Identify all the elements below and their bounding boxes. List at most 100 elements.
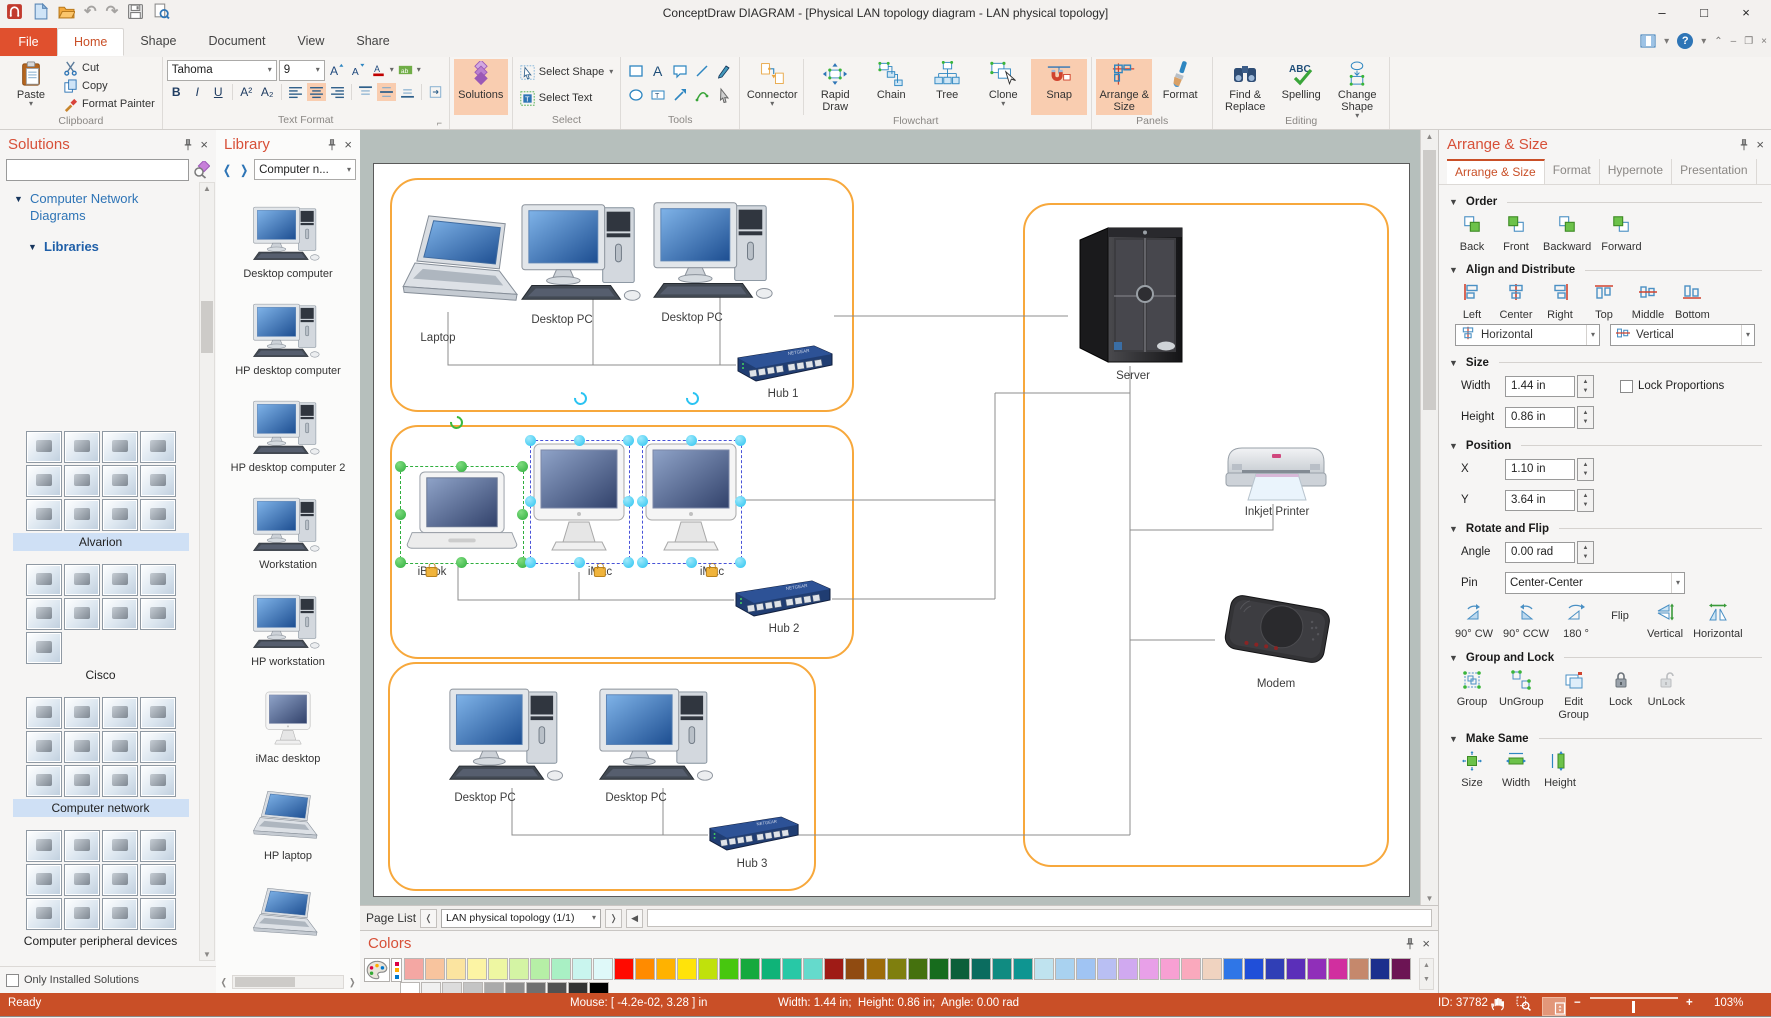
library-thumbnail[interactable] — [26, 697, 62, 729]
selection-handle[interactable] — [735, 435, 746, 446]
selection-handle[interactable] — [637, 496, 648, 507]
color-swatch[interactable] — [887, 958, 907, 980]
library-thumbnail[interactable] — [64, 765, 100, 797]
library-select[interactable]: Computer n... ▾ — [254, 159, 356, 180]
pin-icon[interactable] — [1404, 937, 1416, 950]
library-thumbnail[interactable] — [26, 765, 62, 797]
help-icon[interactable]: ? — [1677, 33, 1693, 49]
selection-handle[interactable] — [637, 557, 648, 568]
x-stepper[interactable]: ▲▼ — [1577, 458, 1594, 481]
color-swatch[interactable] — [740, 958, 760, 980]
y-stepper[interactable]: ▲▼ — [1577, 489, 1594, 512]
expand-icon[interactable]: ▼ — [28, 242, 37, 254]
selection-handle[interactable] — [637, 435, 648, 446]
flip-horizontal-button[interactable]: Horizontal — [1693, 602, 1743, 641]
library-item[interactable] — [216, 881, 360, 965]
collapse-ribbon-icon[interactable]: ⌃ — [1714, 36, 1722, 47]
selection-handle[interactable] — [395, 557, 406, 568]
chain-button[interactable]: Chain — [863, 59, 919, 115]
zoom-in-icon[interactable]: + — [1686, 997, 1693, 1009]
library-thumbnail[interactable] — [64, 499, 100, 531]
change-shape-button[interactable]: Change Shape▾ — [1329, 59, 1385, 115]
height-input[interactable]: 0.86 in — [1505, 407, 1575, 428]
distribute-horizontal-select[interactable]: Horizontal▾ — [1455, 324, 1600, 346]
doc-minimize-icon[interactable]: – — [1731, 36, 1737, 47]
color-swatch[interactable] — [1244, 958, 1264, 980]
zoom-out-icon[interactable]: − — [1574, 997, 1581, 1009]
rotate-180-button[interactable]: 180 ° — [1559, 602, 1593, 641]
width-input[interactable]: 1.44 in — [1505, 376, 1575, 397]
canvas-device-desktop[interactable] — [652, 200, 780, 306]
print-preview-icon[interactable] — [153, 3, 170, 20]
new-document-icon[interactable] — [32, 3, 49, 20]
angle-stepper[interactable]: ▲▼ — [1577, 541, 1594, 564]
selection-handle[interactable] — [395, 509, 406, 520]
make-same-height-button[interactable]: Height — [1543, 751, 1577, 790]
flip-vertical-button[interactable]: Vertical — [1647, 602, 1683, 641]
align-middle-button[interactable]: Middle — [1631, 282, 1665, 321]
selection-handle[interactable] — [395, 461, 406, 472]
doc-restore-icon[interactable]: ❐ — [1744, 36, 1753, 47]
library-item-hp-laptop[interactable]: HP laptop — [216, 784, 360, 881]
connector-button[interactable]: Connector▾ — [744, 59, 800, 115]
text-tool-icon[interactable]: A — [647, 59, 669, 83]
maximize-button[interactable]: □ — [1683, 2, 1725, 24]
selection-handle[interactable] — [525, 557, 536, 568]
cut-button[interactable]: Cut — [60, 59, 158, 77]
clone-button[interactable]: Clone▾ — [975, 59, 1031, 115]
lock-button[interactable]: Lock — [1604, 670, 1638, 709]
library-thumbnail[interactable] — [26, 864, 62, 896]
color-swatch[interactable] — [1391, 958, 1411, 980]
selection-box[interactable] — [530, 440, 630, 564]
next-page-icon[interactable]: ❭ — [605, 909, 622, 928]
color-swatch[interactable] — [1034, 958, 1054, 980]
selection-handle[interactable] — [735, 557, 746, 568]
library-thumbnail[interactable] — [26, 731, 62, 763]
panel-tab-format[interactable]: Format — [1545, 159, 1600, 184]
tab-share[interactable]: Share — [340, 28, 405, 56]
fit-page-icon[interactable] — [1542, 997, 1566, 1016]
library-thumbnail[interactable] — [102, 465, 138, 497]
library-thumbnail[interactable] — [140, 864, 176, 896]
curve-tool-icon[interactable] — [691, 83, 713, 107]
library-thumbnail[interactable] — [102, 499, 138, 531]
color-swatch[interactable] — [845, 958, 865, 980]
align-bottom-button[interactable]: Bottom — [1675, 282, 1710, 321]
redo-icon[interactable]: ↷ — [106, 3, 119, 20]
library-thumbnail[interactable] — [64, 465, 100, 497]
color-swatch[interactable] — [1076, 958, 1096, 980]
close-icon[interactable]: × — [1756, 139, 1764, 151]
color-swatch[interactable] — [908, 958, 928, 980]
only-installed-checkbox[interactable] — [6, 974, 19, 987]
library-group-label[interactable]: Cisco — [13, 666, 189, 684]
tab-view[interactable]: View — [281, 28, 340, 56]
format-button[interactable]: Format — [1152, 59, 1208, 115]
color-swatch[interactable] — [530, 958, 550, 980]
group-button[interactable]: Group — [1455, 670, 1489, 709]
selection-handle[interactable] — [517, 509, 528, 520]
library-thumbnail[interactable] — [140, 898, 176, 930]
library-thumbnail[interactable] — [64, 431, 100, 463]
color-swatch[interactable] — [677, 958, 697, 980]
library-thumbnail[interactable] — [26, 898, 62, 930]
minimize-button[interactable]: – — [1641, 2, 1683, 24]
superscript-button[interactable]: A² — [237, 83, 256, 101]
color-swatch[interactable] — [1307, 958, 1327, 980]
arrow-tool-icon[interactable] — [669, 83, 691, 107]
distribute-vertical-select[interactable]: Vertical▾ — [1610, 324, 1755, 346]
library-thumbnail[interactable] — [140, 465, 176, 497]
align-right-button[interactable]: Right — [1543, 282, 1577, 321]
tree-item-libraries[interactable]: ▼ Libraries — [14, 239, 204, 256]
copy-button[interactable]: Copy — [60, 77, 158, 95]
doc-close-icon[interactable]: × — [1761, 36, 1767, 47]
align-center-icon[interactable] — [307, 83, 326, 101]
canvas-device-hub[interactable]: NETGEAR — [736, 343, 834, 385]
canvas-device-desktop[interactable] — [520, 202, 648, 308]
library-group-label[interactable]: Computer peripheral devices — [13, 932, 189, 950]
undo-icon[interactable]: ↶ — [84, 3, 97, 20]
align-left-button[interactable]: Left — [1455, 282, 1489, 321]
library-thumbnail[interactable] — [64, 564, 100, 596]
color-swatch[interactable] — [866, 958, 886, 980]
color-swatch[interactable] — [719, 958, 739, 980]
canvas-vscrollbar[interactable]: ▲▼ — [1420, 130, 1438, 905]
